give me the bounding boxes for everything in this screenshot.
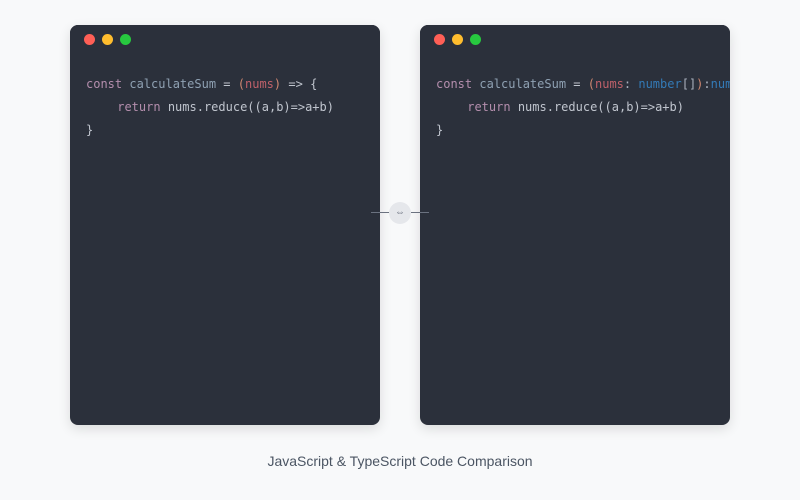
colon: : xyxy=(624,77,638,91)
param: nums xyxy=(245,77,274,91)
paren: ( xyxy=(588,77,595,91)
keyword: const xyxy=(86,77,122,91)
minimize-icon[interactable] xyxy=(102,34,113,45)
divider-line xyxy=(371,212,389,213)
brackets: [] xyxy=(682,77,696,91)
code-window-left: const calculateSum = (nums) => { return … xyxy=(70,25,380,425)
colon: : xyxy=(703,77,710,91)
code-line: return nums.reduce((a,b)=>a+b) xyxy=(86,96,364,119)
code-line: } xyxy=(436,119,714,142)
operator: = xyxy=(223,77,230,91)
function-name: calculateSum xyxy=(129,77,216,91)
page-caption: JavaScript & TypeScript Code Comparison xyxy=(0,453,800,469)
brace: } xyxy=(436,123,443,137)
brace: { xyxy=(310,77,317,91)
paren: ( xyxy=(238,77,245,91)
window-titlebar xyxy=(70,25,380,53)
code-line: const calculateSum = (nums: number[]):nu… xyxy=(436,73,714,96)
arrow: => xyxy=(288,77,302,91)
window-titlebar xyxy=(420,25,730,53)
operator: = xyxy=(573,77,580,91)
type-annotation: number xyxy=(711,77,730,91)
maximize-icon[interactable] xyxy=(120,34,131,45)
keyword: const xyxy=(436,77,472,91)
resize-divider[interactable]: ⇔ xyxy=(371,202,429,224)
close-icon[interactable] xyxy=(434,34,445,45)
expression: nums.reduce((a,b)=>a+b) xyxy=(511,100,684,114)
comparison-panels: const calculateSum = (nums) => { return … xyxy=(0,0,800,425)
maximize-icon[interactable] xyxy=(470,34,481,45)
minimize-icon[interactable] xyxy=(452,34,463,45)
keyword: return xyxy=(467,100,510,114)
code-line: return nums.reduce((a,b)=>a+b) xyxy=(436,96,714,119)
code-line: const calculateSum = (nums) => { xyxy=(86,73,364,96)
code-window-right: const calculateSum = (nums: number[]):nu… xyxy=(420,25,730,425)
divider-line xyxy=(411,212,429,213)
brace: } xyxy=(86,123,93,137)
code-body-left: const calculateSum = (nums) => { return … xyxy=(70,53,380,161)
code-line: } xyxy=(86,119,364,142)
function-name: calculateSum xyxy=(479,77,566,91)
code-body-right: const calculateSum = (nums: number[]):nu… xyxy=(420,53,730,161)
expression: nums.reduce((a,b)=>a+b) xyxy=(161,100,334,114)
close-icon[interactable] xyxy=(84,34,95,45)
type-annotation: number xyxy=(638,77,681,91)
keyword: return xyxy=(117,100,160,114)
param: nums xyxy=(595,77,624,91)
paren: ) xyxy=(274,77,281,91)
drag-handle-icon[interactable]: ⇔ xyxy=(389,202,411,224)
